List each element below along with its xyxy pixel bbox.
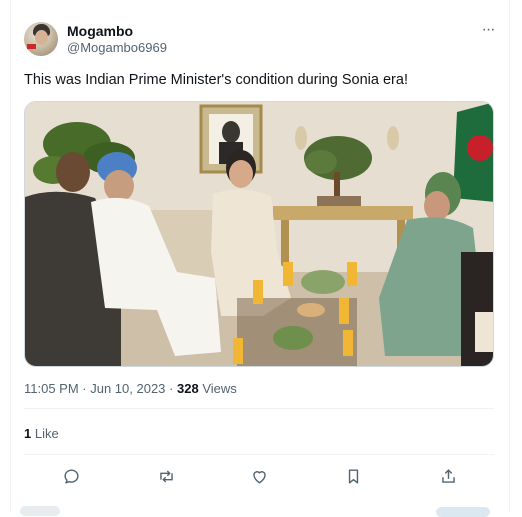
like-icon[interactable] bbox=[245, 462, 273, 490]
views-count: 328 bbox=[176, 381, 199, 396]
likes-label: Like bbox=[34, 426, 59, 441]
bookmark-icon[interactable] bbox=[339, 462, 367, 490]
retweet-icon[interactable] bbox=[152, 462, 180, 490]
more-options-icon[interactable]: ··· bbox=[477, 22, 499, 40]
reply-icon[interactable] bbox=[57, 462, 85, 490]
likes-count: 1 bbox=[24, 426, 32, 441]
tweet-text: This was Indian Prime Minister's conditi… bbox=[24, 72, 408, 88]
author-handle[interactable]: @Mogambo6969 bbox=[67, 40, 167, 55]
views-label: Views bbox=[202, 381, 237, 396]
action-bar bbox=[24, 462, 494, 490]
tweet-timestamp[interactable]: 11:05 PM · Jun 10, 2023 · 328 Views bbox=[24, 381, 237, 396]
timestamp-date[interactable]: 11:05 PM · Jun 10, 2023 · bbox=[24, 381, 173, 396]
video-frame bbox=[25, 102, 493, 366]
avatar[interactable] bbox=[24, 22, 58, 56]
tweet-video[interactable] bbox=[24, 101, 494, 367]
likes-summary[interactable]: 1 Like bbox=[24, 426, 59, 441]
divider-bottom bbox=[24, 454, 494, 455]
reply-avatar-stub bbox=[20, 506, 60, 516]
reply-button-stub[interactable] bbox=[436, 507, 490, 517]
divider-top bbox=[24, 408, 494, 409]
share-icon[interactable] bbox=[434, 462, 462, 490]
author-display-name[interactable]: Mogambo bbox=[67, 23, 133, 39]
